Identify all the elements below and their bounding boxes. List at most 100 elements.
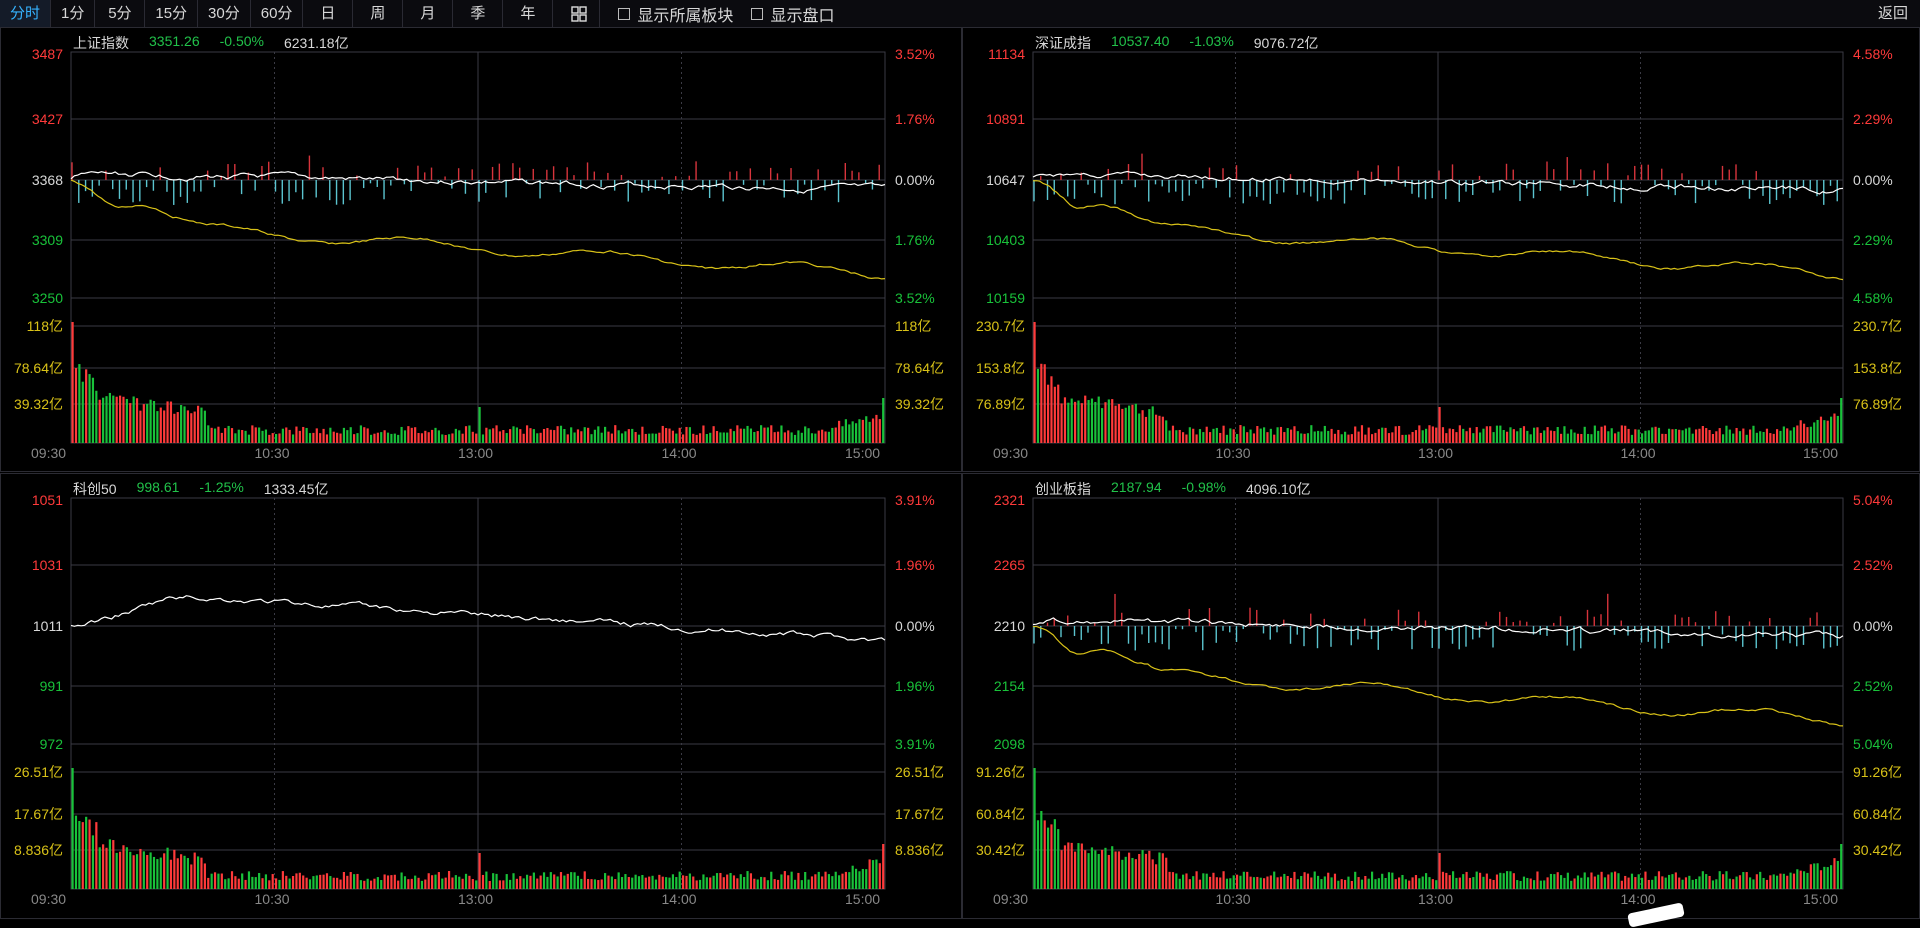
period-tab-year[interactable]: 年 bbox=[503, 0, 554, 27]
intraday-chart[interactable] bbox=[1, 474, 963, 920]
volume-bar bbox=[1688, 427, 1691, 443]
chart-panel-chinext[interactable]: 创业板指 2187.94 -0.98% 4096.10亿 2321 2265 2210 215… bbox=[962, 473, 1920, 919]
volume-bar bbox=[95, 390, 98, 443]
intraday-chart[interactable] bbox=[963, 474, 1920, 920]
volume-bar bbox=[671, 874, 675, 889]
show-sector-checkbox[interactable]: 显示所属板块 bbox=[618, 2, 733, 26]
volume-bar bbox=[797, 430, 800, 443]
volume-bar bbox=[407, 879, 410, 889]
volume-bar bbox=[108, 839, 111, 889]
volume-bar bbox=[159, 407, 162, 443]
pct-axis-label: 5.04% bbox=[1853, 736, 1893, 752]
volume-bar bbox=[1779, 430, 1782, 443]
volume-bar bbox=[1141, 850, 1144, 889]
volume-bar bbox=[498, 431, 502, 443]
volume-bar bbox=[213, 428, 217, 443]
grid-icon[interactable] bbox=[559, 0, 601, 27]
volume-bar bbox=[1742, 872, 1745, 889]
volume-bar bbox=[1587, 877, 1590, 889]
volume-bar bbox=[1205, 873, 1208, 889]
volume-bar bbox=[78, 364, 81, 443]
volume-bar bbox=[1401, 434, 1404, 443]
volume-bar bbox=[241, 873, 244, 889]
period-tab-month[interactable]: 月 bbox=[403, 0, 454, 27]
volume-bar bbox=[1269, 428, 1272, 443]
volume-bar bbox=[1344, 879, 1347, 889]
volume-bar bbox=[1050, 824, 1053, 889]
volume-bar bbox=[1090, 398, 1094, 443]
volume-bar bbox=[1121, 859, 1124, 889]
volume-bar bbox=[1185, 873, 1188, 889]
period-tab-15min[interactable]: 15分 bbox=[145, 0, 199, 27]
volume-bar bbox=[475, 433, 478, 443]
period-tab-60min[interactable]: 60分 bbox=[251, 0, 304, 27]
volume-bar bbox=[1664, 877, 1667, 889]
volume-bar bbox=[607, 875, 610, 889]
volume-bar bbox=[1290, 429, 1293, 443]
volume-bar bbox=[722, 877, 725, 889]
show-board-checkbox[interactable]: 显示盘口 bbox=[751, 2, 834, 26]
period-tab-season[interactable]: 季 bbox=[453, 0, 504, 27]
volume-bar bbox=[407, 426, 410, 443]
period-tab-intraday[interactable]: 分时 bbox=[0, 0, 52, 27]
back-button[interactable]: 返回 bbox=[1878, 0, 1908, 27]
volume-bar bbox=[1489, 878, 1492, 889]
volume-bar bbox=[1468, 427, 1472, 443]
volume-bar bbox=[627, 877, 630, 889]
volume-bar bbox=[1668, 428, 1671, 443]
period-tab-day[interactable]: 日 bbox=[303, 0, 354, 27]
volume-bar bbox=[217, 873, 220, 889]
volume-bar bbox=[1327, 430, 1330, 443]
checkbox-icon[interactable] bbox=[751, 7, 764, 20]
chart-panel-star50[interactable]: 科创50 998.61 -1.25% 1333.45亿 1051 1031 1011 991 9… bbox=[0, 473, 962, 919]
volume-bar bbox=[1131, 857, 1134, 889]
volume-bar bbox=[871, 860, 875, 889]
price-axis-label: 2321 bbox=[993, 492, 1025, 508]
volume-bar bbox=[431, 429, 434, 443]
volume-bar bbox=[464, 426, 468, 443]
volume-bar bbox=[593, 879, 597, 889]
volume-bar bbox=[559, 872, 563, 889]
volume-bar bbox=[743, 428, 746, 443]
volume-bar bbox=[1360, 425, 1364, 443]
volume-bar bbox=[1580, 433, 1583, 443]
volume-bar bbox=[230, 428, 234, 443]
volume-bar bbox=[1786, 875, 1789, 889]
volume-bar bbox=[332, 877, 335, 889]
volume-bar bbox=[1641, 877, 1644, 889]
intraday-chart[interactable] bbox=[963, 28, 1920, 473]
period-tab-week[interactable]: 周 bbox=[353, 0, 404, 27]
volume-bar bbox=[105, 847, 108, 889]
volume-bar bbox=[1755, 874, 1758, 889]
volume-bar bbox=[1809, 426, 1812, 443]
pct-axis-label: 1.96% bbox=[895, 678, 935, 694]
period-tab-1min[interactable]: 1分 bbox=[51, 0, 96, 27]
volume-bar bbox=[1593, 876, 1596, 889]
intraday-chart[interactable] bbox=[1, 28, 963, 473]
chart-panel-shenzhen[interactable]: 深证成指 10537.40 -1.03% 9076.72亿 11134 10891 1064… bbox=[962, 27, 1920, 472]
volume-bar bbox=[1320, 879, 1323, 889]
volume-bar bbox=[268, 434, 271, 443]
volume-bar bbox=[698, 879, 702, 889]
volume-bar bbox=[1057, 829, 1060, 889]
volume-bar bbox=[1560, 875, 1563, 889]
volume-bar bbox=[302, 426, 305, 443]
checkbox-icon[interactable] bbox=[618, 7, 631, 20]
volume-bar bbox=[1826, 867, 1829, 889]
volume-bar bbox=[1556, 427, 1559, 443]
volume-bar bbox=[336, 432, 339, 443]
volume-axis-label: 91.26亿 bbox=[1853, 764, 1903, 780]
period-tab-5min[interactable]: 5分 bbox=[95, 0, 146, 27]
volume-bar bbox=[1796, 869, 1799, 889]
volume-bar bbox=[1107, 854, 1110, 889]
volume-bar bbox=[156, 859, 159, 889]
volume-bar bbox=[749, 873, 753, 889]
volume-bar bbox=[797, 872, 800, 889]
volume-bar bbox=[1178, 429, 1181, 443]
volume-bar bbox=[1830, 865, 1833, 889]
volume-bar bbox=[176, 412, 179, 443]
volume-bar bbox=[1610, 428, 1613, 443]
period-tab-30min[interactable]: 30分 bbox=[198, 0, 251, 27]
chart-panel-shanghai[interactable]: 上证指数 3351.26 -0.50% 6231.18亿 3487 3427 3368 330… bbox=[0, 27, 962, 472]
volume-bar bbox=[1634, 877, 1637, 889]
